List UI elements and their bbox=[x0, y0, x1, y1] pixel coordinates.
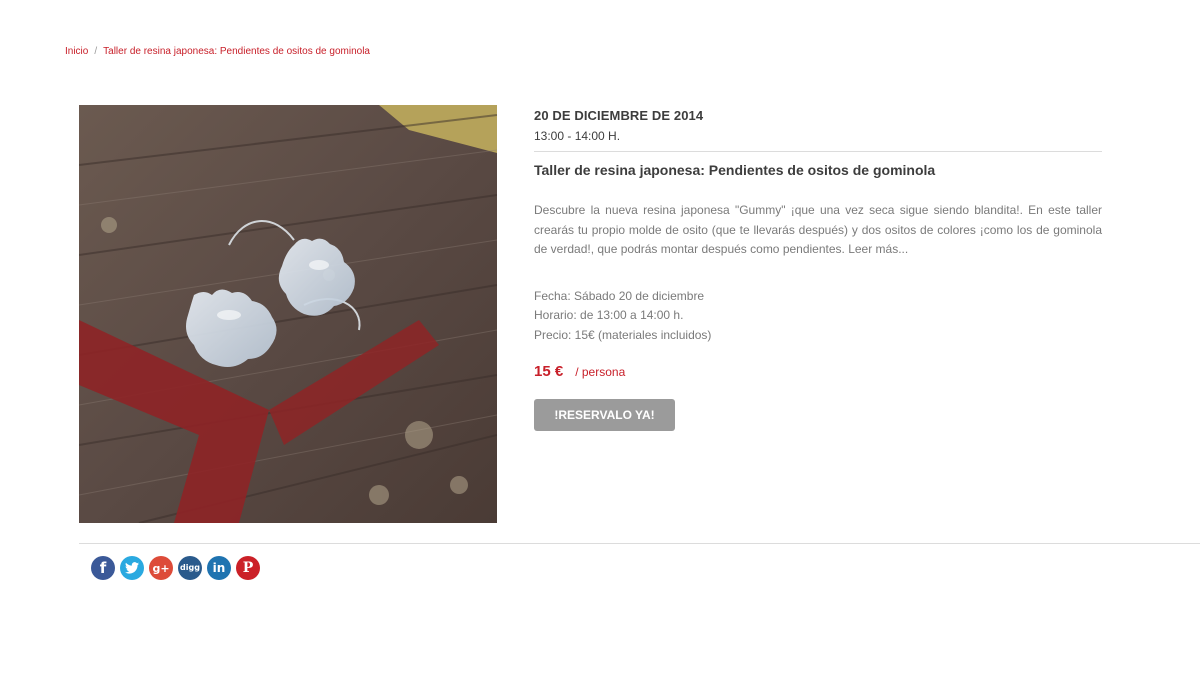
detail-horario: Horario: de 13:00 a 14:00 h. bbox=[534, 308, 684, 322]
digg-icon[interactable]: digg bbox=[178, 556, 202, 580]
pinterest-icon[interactable]: P bbox=[236, 556, 260, 580]
breadcrumb-home-link[interactable]: Inicio bbox=[65, 46, 88, 57]
breadcrumb-separator: / bbox=[94, 46, 98, 57]
event-info: 20 DE DICIEMBRE DE 2014 13:00 - 14:00 H.… bbox=[534, 105, 1102, 431]
breadcrumb: Inicio / Taller de resina japonesa: Pendie… bbox=[65, 46, 370, 57]
divider bbox=[79, 543, 1200, 544]
event-title: Taller de resina japonesa: Pendientes de… bbox=[534, 162, 936, 178]
event-time: 13:00 - 14:00 H. bbox=[534, 129, 621, 143]
breadcrumb-current-link[interactable]: Taller de resina japonesa: Pendientes de… bbox=[103, 46, 370, 57]
price-unit: / persona bbox=[575, 365, 626, 379]
product-photo-gummy-bear-earrings bbox=[79, 105, 497, 523]
twitter-bird-glyph bbox=[125, 562, 139, 574]
pinterest-glyph: P bbox=[242, 560, 254, 576]
linkedin-icon[interactable]: in bbox=[207, 556, 231, 580]
event-description: Descubre la nueva resina japonesa "Gummy… bbox=[534, 203, 1102, 256]
digg-glyph: digg bbox=[180, 563, 200, 572]
facebook-glyph: f bbox=[99, 558, 107, 577]
google-plus-glyph: g+ bbox=[152, 561, 170, 575]
google-plus-icon[interactable]: g+ bbox=[149, 556, 173, 580]
divider bbox=[534, 151, 1102, 152]
facebook-icon[interactable]: f bbox=[91, 556, 115, 580]
detail-precio: Precio: 15€ (materiales incluidos) bbox=[534, 327, 712, 342]
event-details: Fecha: Sábado 20 de diciembre Horario: d… bbox=[534, 287, 1102, 346]
twitter-icon[interactable] bbox=[120, 556, 144, 580]
event-date: 20 DE DICIEMBRE DE 2014 bbox=[534, 108, 704, 123]
product-image[interactable] bbox=[79, 105, 497, 523]
detail-fecha: Fecha: Sábado 20 de diciembre bbox=[534, 288, 705, 303]
price-row: 15 € / persona bbox=[534, 363, 1102, 380]
reserve-button[interactable]: !RESERVALO YA! bbox=[534, 399, 675, 431]
linkedin-glyph: in bbox=[212, 561, 226, 575]
page: Inicio / Taller de resina japonesa: Pendie… bbox=[0, 0, 1200, 694]
share-bar: f g+ digg in P bbox=[91, 556, 260, 580]
price: 15 € bbox=[534, 363, 564, 380]
